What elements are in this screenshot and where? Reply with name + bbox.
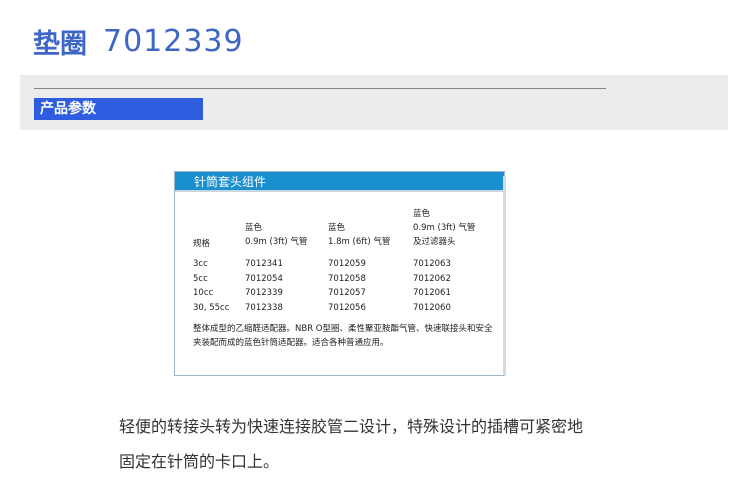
table-cell: 7012058 (328, 274, 366, 284)
column-header: 蓝色 (245, 223, 263, 233)
table-cell: 7012063 (413, 259, 451, 269)
section-label: 产品参数 (34, 98, 203, 120)
product-number: 7012339 (103, 24, 244, 59)
page-title: 垫圈 7012339 (33, 22, 244, 62)
column-header: 1.8m (6ft) 气管 (328, 237, 391, 247)
table-cell: 7012341 (245, 259, 283, 269)
spec-table-header: 针筒套头组件 (175, 172, 504, 192)
column-header: 0.9m (3ft) 气管 (245, 237, 308, 247)
table-cell: 7012059 (328, 259, 366, 269)
product-name: 垫圈 (33, 29, 87, 60)
table-cell: 7012062 (413, 274, 451, 284)
spec-table-shadow (503, 176, 506, 375)
divider (34, 88, 606, 89)
spec-table: 针筒套头组件 规格 蓝色 0.9m (3ft) 气管 蓝色 1.8m (6ft)… (174, 171, 506, 376)
column-header: 0.9m (3ft) 气管 (413, 223, 476, 233)
table-cell: 7012057 (328, 288, 366, 298)
column-header: 规格 (193, 239, 211, 249)
spec-table-note: 整体成型的乙缩醛适配器。NBR O型圈、柔性聚亚胺酯气管、快速联接头和安全夹装配… (193, 324, 493, 348)
table-cell-size: 10cc (193, 288, 214, 298)
section-band: 产品参数 (20, 75, 728, 130)
table-cell: 7012060 (413, 303, 451, 313)
column-header: 及过滤器头 (413, 237, 456, 247)
table-cell: 7012056 (328, 303, 366, 313)
table-cell-size: 3cc (193, 259, 208, 269)
table-cell-size: 30, 55cc (193, 303, 230, 313)
column-header: 蓝色 (413, 209, 431, 219)
product-description: 轻便的转接头转为快速连接胶管二设计，特殊设计的插槽可紧密地固定在针筒的卡口上。 (119, 417, 584, 471)
table-cell-size: 5cc (193, 274, 208, 284)
spec-table-title: 针筒套头组件 (194, 175, 267, 189)
column-header: 蓝色 (328, 223, 346, 233)
table-cell: 7012339 (245, 288, 283, 298)
table-cell: 7012054 (245, 274, 283, 284)
table-cell: 7012061 (413, 288, 451, 298)
table-cell: 7012338 (245, 303, 283, 313)
